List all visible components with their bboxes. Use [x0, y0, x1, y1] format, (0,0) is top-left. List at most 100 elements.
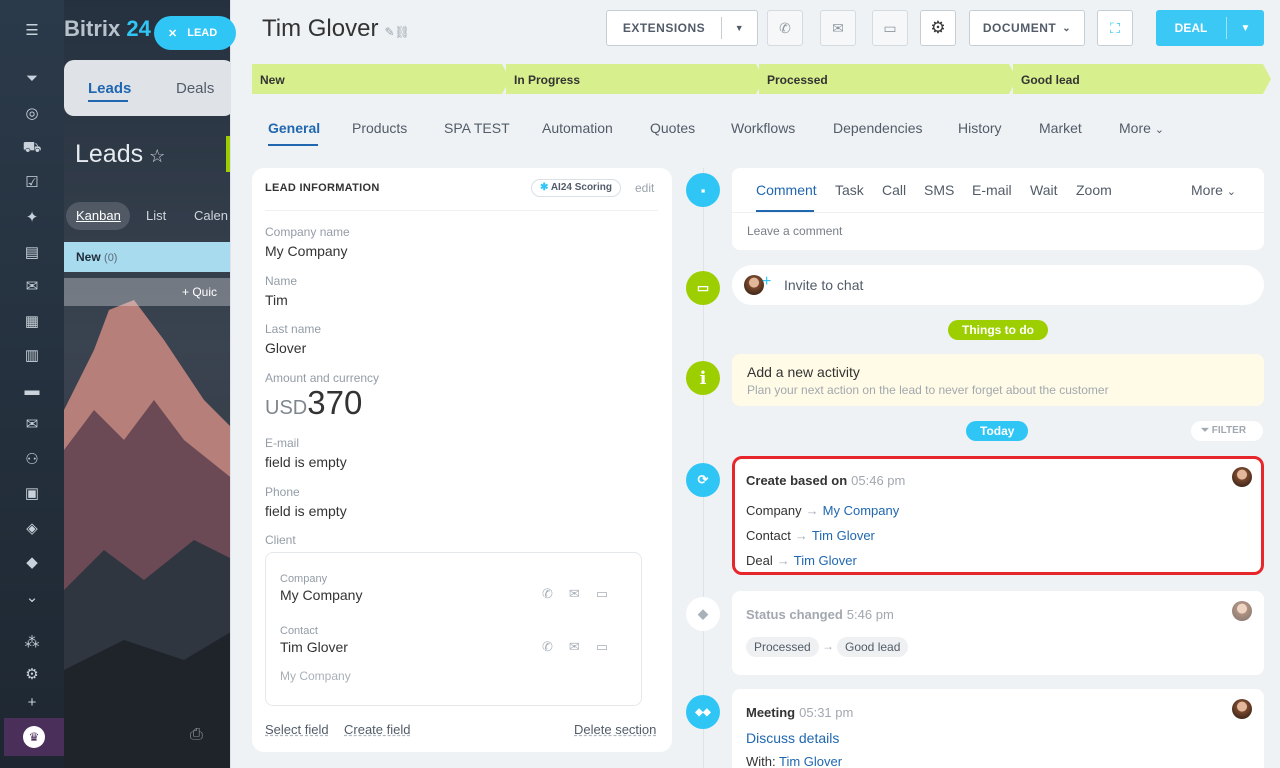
composer-more-label: More: [1191, 182, 1223, 198]
cart-icon[interactable]: ⛟: [20, 136, 44, 160]
tab-products[interactable]: Products: [352, 120, 407, 136]
sitemap-icon[interactable]: ⁂: [20, 630, 44, 654]
edit-link[interactable]: edit: [635, 181, 654, 195]
invite-to-chat[interactable]: + Invite to chat: [732, 265, 1264, 305]
phone-icon[interactable]: ✆: [767, 10, 803, 46]
email-value[interactable]: field is empty: [265, 454, 347, 470]
status-to: Good lead: [837, 637, 909, 657]
brand-logo[interactable]: Bitrix 24: [64, 16, 151, 42]
chat-icon[interactable]: ▭: [596, 639, 608, 655]
composer-tab-comment[interactable]: Comment: [756, 182, 817, 198]
meeting-subject[interactable]: Discuss details: [746, 730, 839, 746]
tab-automation[interactable]: Automation: [542, 120, 613, 136]
ai-scoring-badge[interactable]: ✱ AI24 Scoring: [531, 179, 621, 197]
window-icon[interactable]: ▤: [20, 240, 44, 264]
stage-in-progress[interactable]: In Progress: [506, 64, 764, 94]
composer-tab-call[interactable]: Call: [882, 182, 906, 198]
chevron-down-icon[interactable]: ▼: [722, 23, 757, 33]
stage-processed[interactable]: Processed: [759, 64, 1017, 94]
document-icon[interactable]: ▥: [20, 343, 44, 367]
gear-icon[interactable]: ⚙: [20, 662, 44, 686]
lead-close-tag[interactable]: ✕ LEAD: [154, 16, 236, 50]
last-name-value[interactable]: Glover: [265, 340, 306, 356]
tab-general[interactable]: General: [268, 120, 320, 136]
tab-quotes[interactable]: Quotes: [650, 120, 695, 136]
filter-button[interactable]: ⏷ FILTER: [1191, 421, 1263, 441]
mail-icon[interactable]: ✉: [20, 412, 44, 436]
comment-input[interactable]: Leave a comment: [747, 224, 842, 238]
tab-workflows[interactable]: Workflows: [731, 120, 795, 136]
select-field-link[interactable]: Select field: [265, 722, 329, 737]
composer-tabs: Comment Task Call SMS E-mail Wait Zoom M…: [732, 168, 1264, 212]
name-value[interactable]: Tim: [265, 292, 288, 308]
lead-information-card: LEAD INFORMATION ✱ AI24 Scoring edit Com…: [252, 168, 672, 752]
bg-tab-leads[interactable]: Leads: [88, 80, 131, 97]
meeting-with: With: Tim Glover: [746, 754, 842, 768]
checkbox-icon[interactable]: ☑: [20, 170, 44, 194]
extensions-button[interactable]: EXTENSIONS ▼: [606, 10, 758, 46]
bg-tab-deals[interactable]: Deals: [176, 80, 214, 97]
composer-tab-email[interactable]: E-mail: [972, 182, 1012, 198]
chevron-down-icon[interactable]: ▼: [1227, 23, 1264, 34]
mail-icon[interactable]: ✉: [569, 586, 580, 602]
deal-button[interactable]: DEAL ▼: [1156, 10, 1264, 46]
tab-dependencies[interactable]: Dependencies: [833, 120, 923, 136]
document-button[interactable]: DOCUMENT ⌄: [969, 10, 1085, 46]
client-contact-value[interactable]: Tim Glover: [280, 639, 348, 655]
page-title: Tim Glover ✎⛓: [262, 15, 410, 43]
composer-tab-more[interactable]: More ⌄: [1191, 182, 1236, 198]
menu-icon[interactable]: ☰: [20, 18, 44, 42]
phone-value[interactable]: field is empty: [265, 503, 347, 519]
with-link[interactable]: Tim Glover: [779, 754, 842, 768]
crown-icon: ♛: [23, 726, 45, 748]
gear-icon[interactable]: ⚙: [920, 10, 956, 46]
tab-history[interactable]: History: [958, 120, 1002, 136]
mail-icon[interactable]: ✉: [820, 10, 856, 46]
phone-icon[interactable]: ✆: [542, 586, 553, 602]
add-activity[interactable]: Add a new activity Plan your next action…: [732, 354, 1264, 406]
bg-view-kanban[interactable]: Kanban: [66, 202, 130, 230]
scan-icon[interactable]: ⛶: [1097, 10, 1133, 46]
composer-tab-wait[interactable]: Wait: [1030, 182, 1057, 198]
edit-icon[interactable]: ✎⛓: [384, 25, 409, 39]
create-field-link[interactable]: Create field: [344, 722, 410, 737]
calendar-icon[interactable]: ▦: [20, 309, 44, 333]
mail-icon[interactable]: ✉: [569, 639, 580, 655]
plan-badge[interactable]: ♛: [4, 718, 64, 756]
delete-section-link[interactable]: Delete section: [574, 722, 656, 737]
target-icon[interactable]: ◎: [20, 101, 44, 125]
stage-good-lead[interactable]: Good lead: [1013, 64, 1271, 94]
phone-icon[interactable]: ✆: [542, 639, 553, 655]
amount-value[interactable]: USD370: [265, 384, 362, 422]
bg-column-name: New: [76, 250, 101, 264]
tab-more[interactable]: More ⌄: [1119, 120, 1164, 136]
tab-underline: [268, 144, 318, 146]
plus-icon[interactable]: +: [20, 690, 44, 714]
chevron-down-icon[interactable]: ⌄: [20, 585, 44, 609]
printer-icon[interactable]: ⎙: [190, 726, 203, 744]
drive-icon[interactable]: ▬: [20, 378, 44, 402]
lead-tag-label: LEAD: [187, 27, 218, 39]
chat-icon[interactable]: ▭: [872, 10, 908, 46]
chat-icon[interactable]: ✉: [20, 274, 44, 298]
composer-tab-sms[interactable]: SMS: [924, 182, 954, 198]
company-name-value[interactable]: My Company: [265, 243, 347, 259]
box-icon[interactable]: ◆: [20, 550, 44, 574]
star-icon[interactable]: ☆: [149, 146, 165, 166]
employees-icon[interactable]: ⚇: [20, 447, 44, 471]
composer-tab-zoom[interactable]: Zoom: [1076, 182, 1112, 198]
bg-view-list[interactable]: List: [146, 208, 166, 223]
composer-tab-task[interactable]: Task: [835, 182, 864, 198]
contact-card-icon[interactable]: ▣: [20, 481, 44, 505]
tab-spa-test[interactable]: SPA TEST: [444, 120, 510, 136]
stage-new[interactable]: New: [252, 64, 510, 94]
bg-view-calendar[interactable]: Calen: [194, 208, 228, 223]
chat-icon[interactable]: ▭: [596, 586, 608, 602]
robot-icon[interactable]: ◈: [20, 516, 44, 540]
sites-icon[interactable]: ✦: [20, 205, 44, 229]
client-company-value[interactable]: My Company: [280, 587, 362, 603]
funnel-icon[interactable]: ⏷: [20, 66, 44, 90]
tab-market[interactable]: Market: [1039, 120, 1082, 136]
close-icon[interactable]: ✕: [168, 27, 177, 40]
bg-quick-add[interactable]: + Quic: [64, 278, 234, 306]
